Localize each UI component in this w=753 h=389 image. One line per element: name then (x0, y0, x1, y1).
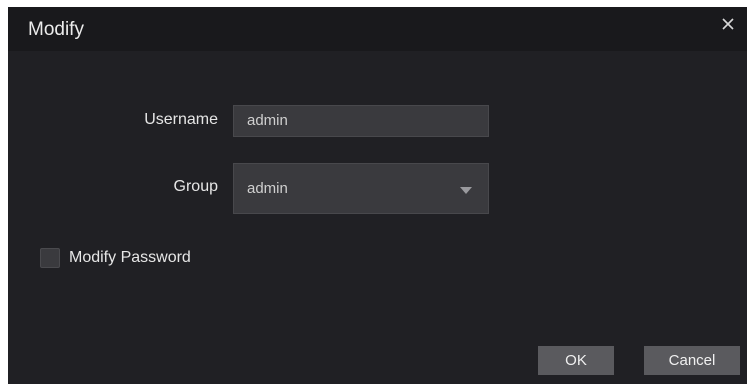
chevron-down-icon (460, 187, 472, 194)
group-select-value: admin (247, 180, 288, 197)
ok-button[interactable]: OK (538, 346, 614, 375)
username-field[interactable]: admin (233, 105, 489, 137)
username-label: Username (144, 111, 218, 128)
group-label: Group (173, 178, 218, 195)
modify-dialog: Modify Username admin Group admin Modify… (8, 7, 747, 384)
dialog-titlebar: Modify (8, 7, 747, 51)
dialog-title: Modify (28, 19, 84, 40)
close-icon[interactable] (719, 15, 737, 33)
cancel-button[interactable]: Cancel (644, 346, 740, 375)
modify-password-checkbox[interactable] (40, 248, 60, 268)
group-select[interactable]: admin (233, 163, 489, 214)
modify-password-label: Modify Password (69, 249, 191, 266)
